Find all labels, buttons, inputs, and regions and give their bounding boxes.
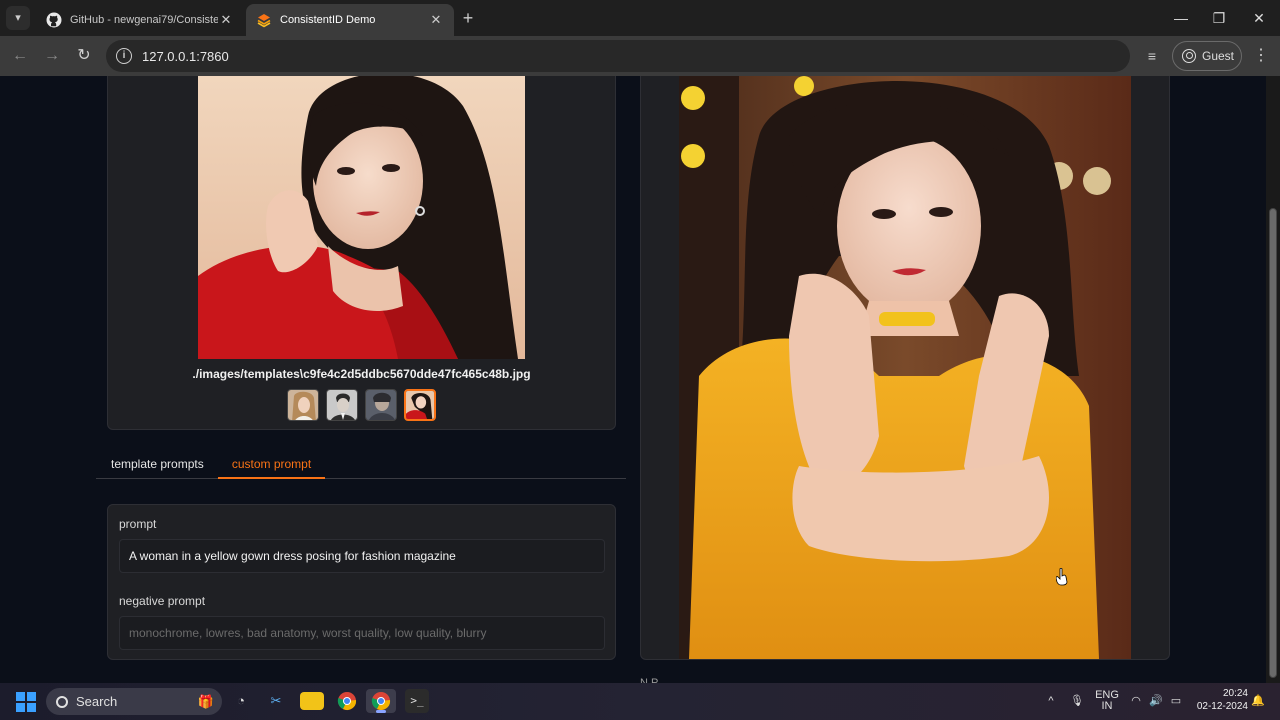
minimize-icon[interactable]: —: [1171, 8, 1191, 28]
browser-tabstrip: ▾ GitHub - newgenai79/ConsistentID ✕ Con…: [0, 0, 1280, 36]
windows-start-icon[interactable]: [16, 692, 36, 712]
windows-taskbar: Search 🎁 ◔ ✂ >_ ^ 🎙 ENG IN ◠ 🔊 ▭ 20:24 0…: [0, 683, 1280, 720]
file-explorer-icon[interactable]: [300, 692, 324, 710]
active-indicator: [376, 710, 386, 713]
template-thumbnail[interactable]: [287, 389, 319, 421]
volume-icon[interactable]: 🔊: [1148, 689, 1164, 713]
browser-toolbar: ← → ↻ i 127.0.0.1:7860 ≡ Guest ⋮: [0, 36, 1280, 76]
system-clock[interactable]: 20:24 02-12-2024: [1192, 687, 1248, 713]
hand-cursor-icon: [1056, 568, 1068, 586]
template-preview-image[interactable]: [198, 76, 525, 359]
snipping-tool-icon[interactable]: ✂: [264, 689, 288, 713]
menu-kebab-icon[interactable]: ⋮: [1249, 44, 1273, 68]
tray-overflow-icon[interactable]: ^: [1043, 689, 1059, 713]
battery-icon[interactable]: ▭: [1168, 689, 1184, 713]
taskbar-search-label: Search: [76, 694, 118, 709]
profile-button[interactable]: Guest: [1172, 41, 1242, 71]
github-icon: [46, 12, 62, 28]
address-bar[interactable]: i 127.0.0.1:7860: [106, 40, 1130, 72]
close-icon[interactable]: ✕: [428, 12, 444, 28]
profile-label: Guest: [1202, 49, 1235, 63]
scrollbar-thumb[interactable]: [1269, 208, 1277, 678]
template-caption: ./images/templates\c9fe4c2d5ddbc5670dde4…: [192, 367, 531, 381]
search-icon: [56, 695, 68, 708]
prompt-tabs: template prompts custom prompt: [96, 454, 626, 479]
negative-prompt-label: negative prompt: [119, 594, 206, 608]
task-view-icon[interactable]: ◔: [229, 689, 253, 713]
reading-list-icon[interactable]: ≡: [1140, 44, 1164, 68]
tab-template-prompts[interactable]: template prompts: [111, 454, 204, 479]
clock-date: 02-12-2024: [1196, 701, 1248, 712]
prompt-form-panel: prompt A woman in a yellow gown dress po…: [107, 504, 616, 660]
site-info-icon[interactable]: i: [116, 48, 132, 64]
microphone-icon[interactable]: 🎙: [1069, 689, 1085, 713]
notification-bell-icon[interactable]: 🔔: [1250, 689, 1266, 713]
gradio-icon: [257, 14, 271, 28]
close-icon[interactable]: ✕: [218, 12, 234, 28]
reload-icon[interactable]: ↻: [72, 44, 96, 68]
template-thumbnail[interactable]: [326, 389, 358, 421]
wifi-icon[interactable]: ◠: [1128, 689, 1144, 713]
tab-search-button[interactable]: ▾: [6, 6, 30, 30]
prompt-label: prompt: [119, 517, 157, 531]
url-text: 127.0.0.1:7860: [142, 48, 229, 64]
browser-tab-consistentid[interactable]: ConsistentID Demo ✕: [246, 4, 454, 36]
forward-arrow-icon[interactable]: →: [40, 44, 64, 68]
chrome-icon[interactable]: [335, 689, 359, 713]
prompt-input[interactable]: A woman in a yellow gown dress posing fo…: [119, 539, 605, 573]
page-scrollbar[interactable]: [1266, 76, 1280, 683]
taskbar-search[interactable]: Search 🎁: [46, 688, 222, 715]
template-thumbnail[interactable]: [365, 389, 397, 421]
negative-prompt-input[interactable]: monochrome, lowres, bad anatomy, worst q…: [119, 616, 605, 650]
restore-icon[interactable]: ❐: [1209, 8, 1229, 28]
template-thumbnail-selected[interactable]: [404, 389, 436, 421]
tab-custom-prompt[interactable]: custom prompt: [218, 454, 325, 479]
lang-line2: IN: [1101, 700, 1113, 712]
page-viewport: ./images/templates\c9fe4c2d5ddbc5670dde4…: [0, 76, 1280, 683]
terminal-icon[interactable]: >_: [405, 689, 429, 713]
browser-tab-github[interactable]: GitHub - newgenai79/ConsistentID ✕: [36, 4, 244, 36]
back-arrow-icon[interactable]: ←: [8, 44, 32, 68]
tab-title: ConsistentID Demo: [280, 14, 376, 26]
template-thumbnail-strip: [287, 389, 436, 421]
new-tab-button[interactable]: +: [458, 8, 478, 28]
profile-icon: [1182, 49, 1196, 63]
clock-time: 20:24: [1222, 688, 1248, 699]
tab-title: GitHub - newgenai79/ConsistentID: [70, 14, 218, 26]
chrome-active-icon[interactable]: [366, 689, 396, 713]
window-close-icon[interactable]: ✕: [1249, 8, 1269, 28]
search-highlight-icon: 🎁: [197, 693, 214, 709]
language-indicator[interactable]: ENG IN: [1094, 689, 1120, 713]
